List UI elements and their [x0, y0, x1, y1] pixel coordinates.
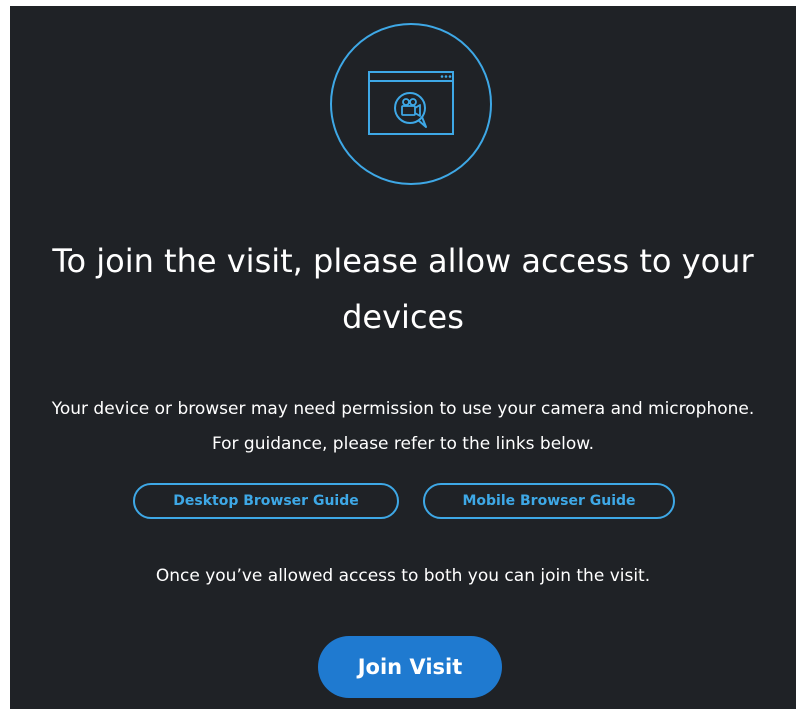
- video-chat-icon-graphic: [368, 71, 454, 135]
- access-allowed-note: Once you’ve allowed access to both you c…: [155, 566, 651, 586]
- video-chat-window-icon: [330, 23, 492, 185]
- permission-instructions: Your device or browser may need permissi…: [51, 399, 755, 454]
- dialog-headline: To join the visit, please allow access t…: [52, 242, 754, 336]
- join-visit-button[interactable]: Join Visit: [318, 636, 502, 698]
- desktop-browser-guide-button[interactable]: Desktop Browser Guide: [133, 483, 399, 519]
- permission-dialog: To join the visit, please allow access t…: [10, 6, 796, 709]
- mobile-browser-guide-button[interactable]: Mobile Browser Guide: [423, 483, 675, 519]
